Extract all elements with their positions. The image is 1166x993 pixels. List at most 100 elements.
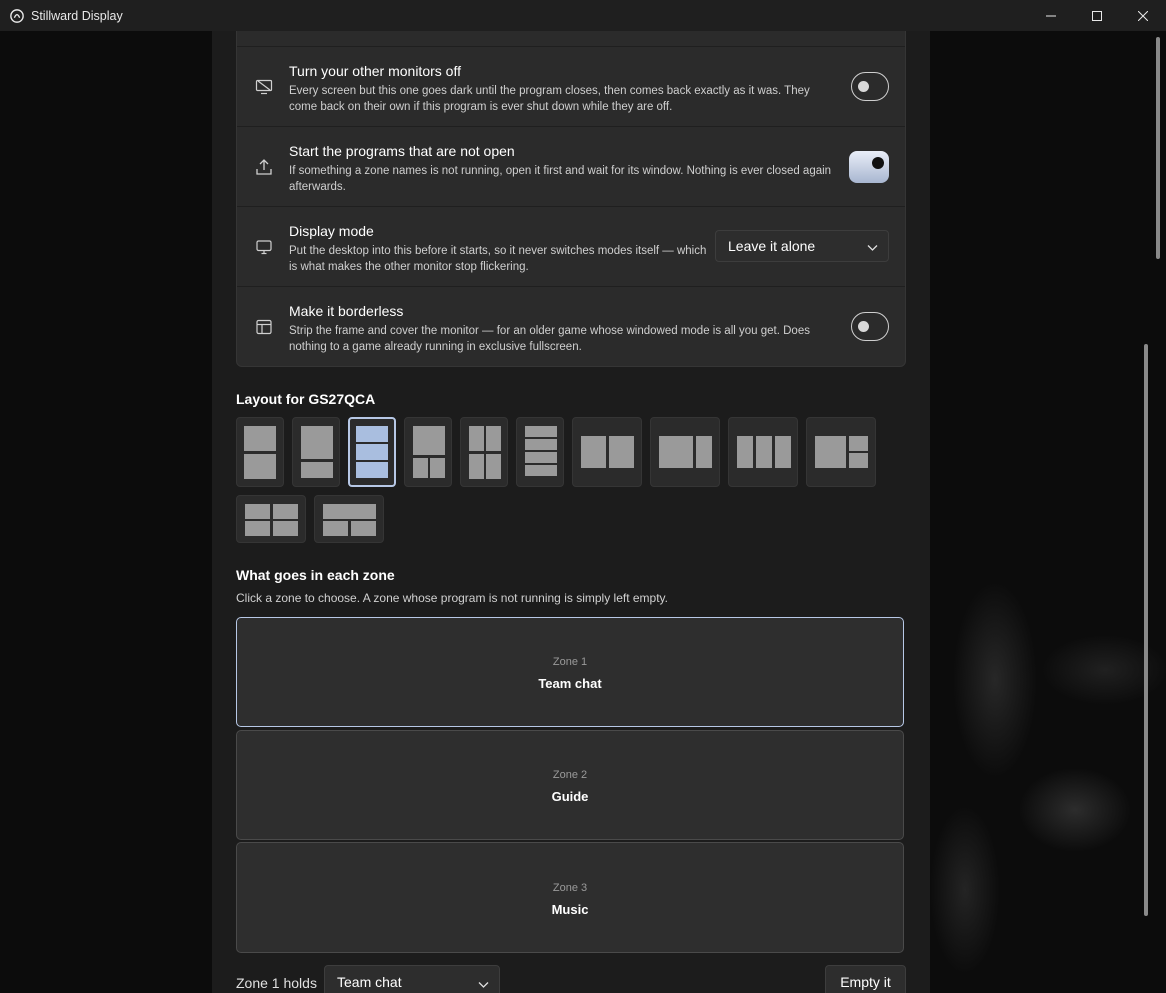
zone-number: Zone 3 <box>552 882 588 894</box>
scrollbar-thumb[interactable] <box>1144 344 1148 916</box>
setting-title: Turn your other monitors off <box>289 63 461 79</box>
zone-1-card[interactable]: Zone 1 Team chat <box>236 617 904 727</box>
setting-row-cut-off <box>237 31 905 47</box>
setting-description: Strip the frame and cover the monitor — … <box>289 325 810 353</box>
layout-cell <box>525 452 557 463</box>
toggle-knob <box>858 320 869 332</box>
setting-description: If something a zone names is not running… <box>289 165 832 193</box>
layout-cell <box>245 504 270 519</box>
empty-zone-button[interactable]: Empty it <box>825 965 906 993</box>
layout-option-three-columns[interactable] <box>728 417 798 487</box>
title-bar: Stillward Display <box>0 0 1166 31</box>
zone-program-name: Music <box>551 902 589 917</box>
zone-number: Zone 2 <box>552 769 588 781</box>
layout-cell <box>301 426 333 459</box>
layout-cell <box>356 462 388 478</box>
window-title: Stillward Display <box>31 8 123 23</box>
chevron-down-icon <box>867 245 878 251</box>
layout-cell <box>486 454 501 479</box>
layout-cell <box>525 465 557 476</box>
settings-panel: Turn your other monitors off Every scree… <box>212 31 930 993</box>
layout-cell <box>849 436 868 451</box>
layout-cell <box>525 439 557 450</box>
app-logo-icon <box>10 8 24 23</box>
layout-section-title: Layout for GS27QCA <box>236 391 376 407</box>
upload-icon <box>256 159 272 175</box>
layout-cell <box>696 436 712 468</box>
layout-option-grid-wide-2x2[interactable] <box>236 495 306 543</box>
layout-cell <box>581 436 606 468</box>
setting-borderless: Make it borderless Strip the frame and c… <box>237 287 905 366</box>
layout-cell <box>356 444 388 460</box>
layout-option-left-right-split[interactable] <box>806 417 876 487</box>
select-value: Team chat <box>337 974 402 990</box>
layout-cell <box>486 426 501 451</box>
zone-3-card[interactable]: Zone 3 Music <box>236 842 904 953</box>
layout-option-two-rows[interactable] <box>236 417 284 487</box>
layout-option-top-bottom-split[interactable] <box>404 417 452 487</box>
setting-start-programs: Start the programs that are not open If … <box>237 127 905 207</box>
maximize-button[interactable] <box>1074 0 1120 31</box>
layout-cell <box>351 521 376 536</box>
layout-cell <box>469 426 484 451</box>
toggle-knob <box>858 80 869 92</box>
layout-option-three-rows[interactable] <box>348 417 396 487</box>
borderless-toggle[interactable] <box>851 312 889 341</box>
layout-cell <box>323 521 348 536</box>
zone-program-name: Guide <box>551 789 589 804</box>
layout-cell <box>301 462 333 478</box>
setting-title: Display mode <box>289 223 374 239</box>
layout-cell <box>525 426 557 437</box>
wallpaper-backdrop <box>905 560 1166 993</box>
layout-cell <box>323 504 376 519</box>
setting-title: Start the programs that are not open <box>289 143 515 159</box>
layout-cell <box>273 521 298 536</box>
layout-cell <box>245 521 270 536</box>
layout-option-top-large[interactable] <box>292 417 340 487</box>
zone-2-card[interactable]: Zone 2 Guide <box>236 730 904 840</box>
minimize-icon <box>1046 15 1056 16</box>
setting-description: Every screen but this one goes dark unti… <box>289 85 810 113</box>
dropdown-value: Leave it alone <box>728 238 816 254</box>
layout-option-grid-2x2[interactable] <box>460 417 508 487</box>
layout-cell <box>356 426 388 442</box>
layout-cell <box>815 436 846 468</box>
layout-option-top-wide[interactable] <box>314 495 384 543</box>
close-button[interactable] <box>1120 0 1166 31</box>
minimize-button[interactable] <box>1028 0 1074 31</box>
layout-cell <box>775 436 791 468</box>
layout-option-four-rows[interactable] <box>516 417 564 487</box>
setting-title: Make it borderless <box>289 303 404 319</box>
display-mode-dropdown[interactable]: Leave it alone <box>715 230 889 262</box>
start-programs-toggle[interactable] <box>849 151 889 183</box>
layout-option-left-large[interactable] <box>650 417 720 487</box>
monitor-off-icon <box>255 79 273 95</box>
setting-display-mode: Display mode Put the desktop into this b… <box>237 207 905 287</box>
layout-cell <box>413 426 445 455</box>
layout-option-two-columns[interactable] <box>572 417 642 487</box>
monitors-off-toggle[interactable] <box>851 72 889 101</box>
zones-section-subtitle: Click a zone to choose. A zone whose pro… <box>236 591 668 605</box>
zones-section-title: What goes in each zone <box>236 567 395 583</box>
maximize-icon <box>1092 10 1102 21</box>
layout-cell <box>244 426 276 451</box>
zone-program-select[interactable]: Team chat <box>324 965 500 993</box>
layout-cell <box>273 504 298 519</box>
settings-group: Turn your other monitors off Every scree… <box>236 31 906 367</box>
display-icon <box>256 240 272 255</box>
setting-monitors-off: Turn your other monitors off Every scree… <box>237 47 905 127</box>
zone-number: Zone 1 <box>552 656 588 668</box>
layout-cell <box>756 436 772 468</box>
outer-scrollbar-thumb[interactable] <box>1156 37 1160 259</box>
toggle-knob <box>872 157 884 169</box>
close-icon <box>1138 10 1148 21</box>
layout-cell <box>469 454 484 479</box>
zone-holds-label: Zone 1 holds <box>236 975 317 991</box>
layout-cell <box>737 436 753 468</box>
setting-description: Put the desktop into this before it star… <box>289 245 707 273</box>
chevron-down-icon <box>478 982 489 988</box>
layout-cell <box>659 436 693 468</box>
zone-program-name: Team chat <box>538 676 602 691</box>
layout-cell <box>244 454 276 479</box>
layout-cell <box>413 458 428 478</box>
